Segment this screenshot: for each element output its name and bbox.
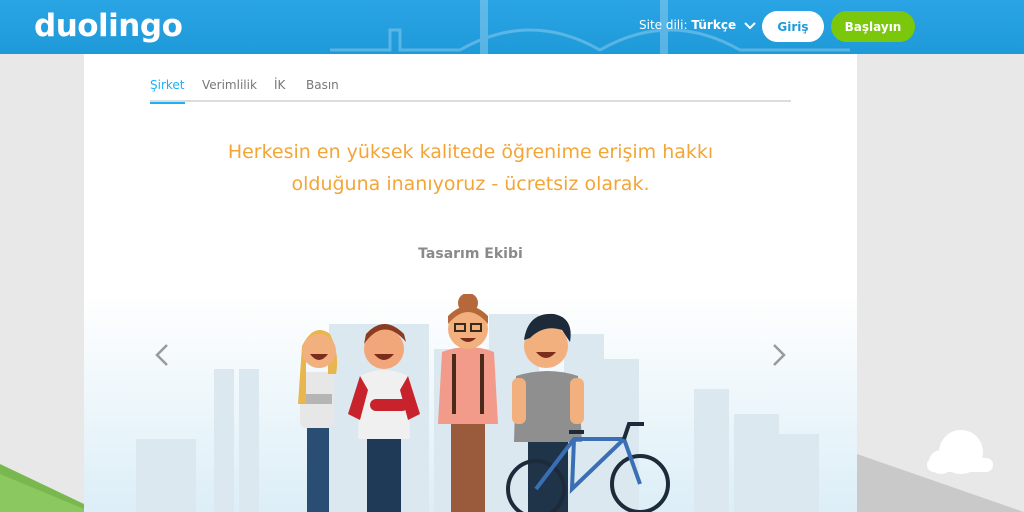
- site-language-value: Türkçe: [691, 18, 737, 32]
- about-card: Şirket Verimlilik İK Basın Herkesin en y…: [84, 54, 857, 512]
- duolingo-logo[interactable]: duolingo: [34, 8, 183, 44]
- tab-hr[interactable]: İK: [274, 78, 285, 102]
- cloud-icon: [927, 430, 993, 474]
- about-tabs: Şirket Verimlilik İK Basın: [150, 78, 791, 104]
- headline-line-2: olduğuna inanıyoruz - ücretsiz olarak.: [291, 173, 650, 195]
- mission-headline: Herkesin en yüksek kalitede öğrenime eri…: [150, 136, 791, 200]
- headline-line-1: Herkesin en yüksek kalitede öğrenime eri…: [227, 141, 714, 163]
- team-title: Tasarım Ekibi: [418, 246, 523, 262]
- tab-press[interactable]: Basın: [306, 78, 339, 102]
- site-language-label: Site dili:: [639, 18, 688, 32]
- tab-efficacy[interactable]: Verimlilik: [202, 78, 257, 102]
- login-button[interactable]: Giriş: [762, 11, 824, 42]
- left-background: [0, 54, 84, 512]
- team-illustration: [84, 294, 857, 512]
- tab-company[interactable]: Şirket: [150, 78, 185, 104]
- site-language-selector[interactable]: Site dili: Türkçe: [639, 18, 756, 32]
- top-header: duolingo Site dili: Türkçe Giriş Başlayı…: [0, 0, 1024, 54]
- get-started-button[interactable]: Başlayın: [831, 11, 915, 42]
- chevron-down-icon: [744, 21, 756, 29]
- chevron-right-icon[interactable]: [769, 342, 789, 368]
- right-background: [857, 54, 1024, 512]
- chevron-left-icon[interactable]: [152, 342, 172, 368]
